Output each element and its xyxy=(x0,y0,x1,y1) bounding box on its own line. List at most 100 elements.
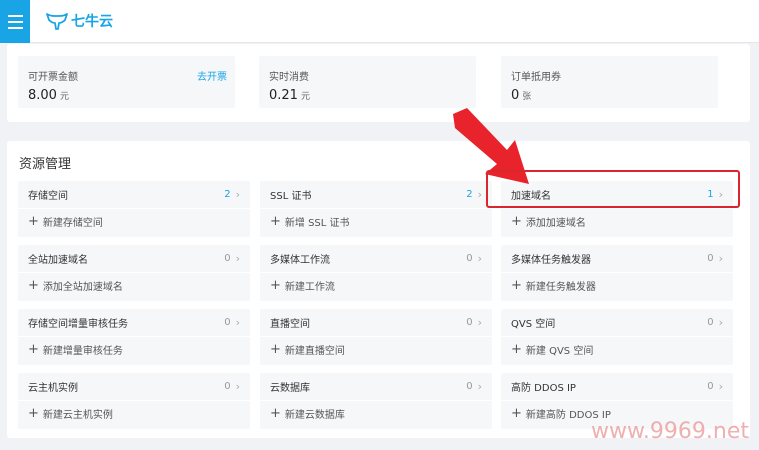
resource-item-header[interactable]: 多媒体任务触发器 0 › xyxy=(501,245,733,272)
resource-item-header[interactable]: 高防 DDOS IP 0 › xyxy=(501,373,733,400)
resource-item-media-trigger: 多媒体任务触发器 0 › + 新建任务触发器 xyxy=(501,245,733,301)
resource-count: 0 › xyxy=(707,316,723,329)
divider xyxy=(501,336,733,337)
plus-icon: + xyxy=(270,341,281,357)
stat-number: 8.00 xyxy=(28,88,57,103)
resource-item-full-site-domain: 全站加速域名 0 › + 添加全站加速域名 xyxy=(18,245,250,301)
add-label: 新建工作流 xyxy=(284,282,335,293)
chevron-right-icon: › xyxy=(477,380,482,393)
chevron-right-icon: › xyxy=(235,188,240,201)
resource-item-cloud-database: 云数据库 0 › + 新建云数据库 xyxy=(260,373,492,429)
stat-value: 0.21 元 xyxy=(269,88,310,103)
resource-item-qvs-space: QVS 空间 0 › + 新建 QVS 空间 xyxy=(501,309,733,365)
resource-name: 存储空间 xyxy=(28,191,68,202)
resource-item-header[interactable]: 云数据库 0 › xyxy=(260,373,492,400)
resource-item-header[interactable]: 存储空间 2 › xyxy=(18,181,250,208)
resource-item-cloud-host: 云主机实例 0 › + 新建云主机实例 xyxy=(18,373,250,429)
count-value: 2 xyxy=(224,189,231,200)
resource-item-live-space: 直播空间 0 › + 新建直播空间 xyxy=(260,309,492,365)
stat-value: 0张 xyxy=(511,88,531,103)
stat-unit: 元 xyxy=(59,92,69,102)
divider xyxy=(18,272,250,273)
resource-name: 高防 DDOS IP xyxy=(511,383,576,394)
chevron-right-icon: › xyxy=(718,316,723,329)
resource-name: 多媒体任务触发器 xyxy=(511,255,591,266)
add-resource-link[interactable]: + 添加加速域名 xyxy=(511,214,586,230)
resource-item-header[interactable]: 存储空间增量审核任务 0 › xyxy=(18,309,250,336)
section-title: 资源管理 xyxy=(19,157,72,172)
resource-name: 云主机实例 xyxy=(28,383,78,394)
brand-name: 七牛云 xyxy=(71,14,113,30)
divider xyxy=(260,400,492,401)
plus-icon: + xyxy=(270,405,281,421)
count-value: 0 xyxy=(707,253,714,264)
menu-icon[interactable] xyxy=(0,0,30,43)
add-label: 新建 QVS 空间 xyxy=(525,346,594,357)
chevron-right-icon: › xyxy=(235,316,240,329)
count-value: 0 xyxy=(224,381,231,392)
add-resource-link[interactable]: + 新建 QVS 空间 xyxy=(511,341,594,358)
chevron-right-icon: › xyxy=(235,252,240,265)
add-label: 添加全站加速域名 xyxy=(42,282,123,293)
add-resource-link[interactable]: + 新建云数据库 xyxy=(270,405,345,422)
add-label: 新建存储空间 xyxy=(42,218,103,229)
resource-name: SSL 证书 xyxy=(270,191,312,202)
resource-count: 0 › xyxy=(707,380,723,393)
count-value: 2 xyxy=(466,189,473,200)
order-voucher-stat: 订单抵用券 0张 xyxy=(501,56,718,108)
resource-item-header[interactable]: 云主机实例 0 › xyxy=(18,373,250,400)
watermark: www.9969.net xyxy=(590,419,749,444)
count-value: 0 xyxy=(224,317,231,328)
plus-icon: + xyxy=(28,341,39,357)
add-resource-link[interactable]: + 新建任务触发器 xyxy=(511,278,596,294)
add-label: 新建云主机实例 xyxy=(42,410,113,421)
resource-count: 0 › xyxy=(224,380,240,393)
stat-label: 订单抵用券 xyxy=(511,72,561,83)
add-resource-link[interactable]: + 新建云主机实例 xyxy=(28,405,113,422)
resource-item-header[interactable]: 全站加速域名 0 › xyxy=(18,245,250,272)
divider xyxy=(501,208,733,209)
add-label: 新建增量审核任务 xyxy=(42,346,123,357)
add-resource-link[interactable]: + 新建增量审核任务 xyxy=(28,341,123,358)
divider xyxy=(18,336,250,337)
divider xyxy=(501,400,733,401)
resource-count: 2 › xyxy=(224,188,240,201)
chevron-right-icon: › xyxy=(477,316,482,329)
chevron-right-icon: › xyxy=(718,380,723,393)
add-resource-link[interactable]: + 新建工作流 xyxy=(270,277,335,294)
highlight-box-annotation xyxy=(486,170,740,208)
chevron-right-icon: › xyxy=(235,380,240,393)
plus-icon: + xyxy=(270,277,281,293)
plus-icon: + xyxy=(28,405,39,421)
count-value: 0 xyxy=(466,317,473,328)
stat-label: 可开票金额 xyxy=(28,72,78,83)
plus-icon: + xyxy=(270,213,281,229)
plus-icon: + xyxy=(28,213,39,229)
add-resource-link[interactable]: + 新建存储空间 xyxy=(28,213,103,230)
resource-item-audit-task: 存储空间增量审核任务 0 › + 新建增量审核任务 xyxy=(18,309,250,365)
divider xyxy=(260,208,492,209)
add-resource-link[interactable]: + 添加全站加速域名 xyxy=(28,277,123,294)
add-resource-link[interactable]: + 新增 SSL 证书 xyxy=(270,213,350,230)
plus-icon: + xyxy=(28,277,39,293)
resource-name: 直播空间 xyxy=(270,319,310,330)
invoice-link[interactable]: 去开票 xyxy=(197,68,227,83)
resource-item-header[interactable]: QVS 空间 0 › xyxy=(501,309,733,336)
resource-count: 0 › xyxy=(466,380,482,393)
count-value: 0 xyxy=(466,381,473,392)
resource-item-header[interactable]: 直播空间 0 › xyxy=(260,309,492,336)
divider xyxy=(18,400,250,401)
resource-item-header[interactable]: 多媒体工作流 0 › xyxy=(260,245,492,272)
brand-logo[interactable]: 七牛云 xyxy=(46,11,113,31)
count-value: 0 xyxy=(707,381,714,392)
stat-number: 0 xyxy=(511,88,520,103)
add-resource-link[interactable]: + 新建直播空间 xyxy=(270,341,345,358)
resource-item-storage: 存储空间 2 › + 新建存储空间 xyxy=(18,181,250,237)
plus-icon: + xyxy=(511,341,522,357)
resource-count: 0 › xyxy=(466,316,482,329)
resource-item-media-workflow: 多媒体工作流 0 › + 新建工作流 xyxy=(260,245,492,301)
plus-icon: + xyxy=(511,405,522,421)
top-bar: 七牛云 xyxy=(0,0,759,43)
stat-unit: 张 xyxy=(522,92,532,102)
divider xyxy=(18,208,250,209)
